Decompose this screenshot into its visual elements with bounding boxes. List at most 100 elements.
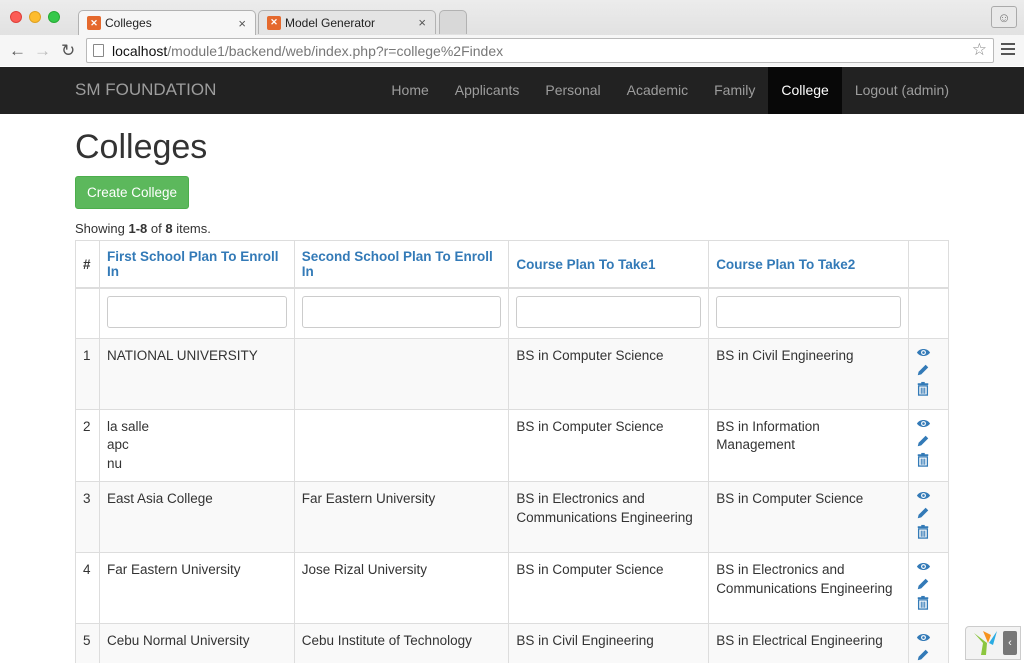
view-button[interactable]: [916, 559, 932, 577]
cell-text: Far Eastern University: [301, 491, 436, 506]
delete-button[interactable]: [916, 452, 932, 470]
cell-text: BS in Civil Engineering: [516, 633, 654, 648]
update-button[interactable]: [916, 434, 932, 452]
cell-text: Communications Engineering: [516, 509, 693, 525]
cell-text: BS in Electronics and: [516, 491, 645, 506]
cell-number: 1: [75, 337, 100, 410]
address-bar[interactable]: localhost/module1/backend/web/index.php?…: [86, 38, 994, 63]
col-header-second-school: Second School Plan To Enroll In: [293, 240, 510, 289]
yii-debug-toolbar[interactable]: ‹: [965, 626, 1021, 660]
reload-icon[interactable]: ↻: [61, 41, 75, 61]
update-button[interactable]: [916, 648, 932, 663]
cell-text: BS in Computer Science: [516, 418, 664, 434]
brand-link[interactable]: SM FOUNDATION: [75, 80, 216, 100]
profile-icon[interactable]: ☺: [991, 6, 1017, 28]
nav-links: Home Applicants Personal Academic Family…: [378, 67, 962, 114]
tab-title: Colleges: [105, 16, 152, 30]
table-body: 1 NATIONAL UNIVERSITY BS in Computer Scien…: [75, 337, 950, 663]
cell-text: East Asia College: [106, 491, 213, 506]
view-button[interactable]: [916, 416, 932, 434]
cell-actions: [907, 408, 950, 482]
sort-first-school-link[interactable]: First School Plan To Enroll In: [107, 249, 279, 279]
hamburger-menu-icon[interactable]: [1001, 43, 1015, 58]
update-button[interactable]: [916, 363, 932, 381]
nav-family[interactable]: Family: [701, 67, 768, 114]
summary-suffix: items.: [172, 221, 211, 236]
nav-college[interactable]: College: [768, 67, 842, 114]
bookmark-star-icon[interactable]: ☆: [972, 40, 987, 60]
create-college-button[interactable]: Create College: [75, 176, 190, 209]
close-tab-icon[interactable]: ×: [238, 16, 246, 31]
cell-text: Jose Rizal University: [301, 562, 428, 577]
summary-range: 1-8: [128, 221, 148, 236]
chevron-left-icon[interactable]: ‹: [1003, 631, 1017, 655]
browser-tab-model-generator[interactable]: ✕ Model Generator ×: [258, 10, 436, 34]
cell-first-school: East Asia College: [98, 481, 295, 553]
cell-second-school: Jose Rizal University: [293, 552, 510, 624]
summary-prefix: Showing: [75, 221, 129, 236]
filter-course2-input[interactable]: [716, 296, 901, 328]
minimize-window-button[interactable]: [29, 11, 41, 23]
view-button[interactable]: [916, 630, 932, 648]
pencil-icon: [916, 649, 930, 663]
col-header-first-school: First School Plan To Enroll In: [98, 240, 295, 289]
close-tab-icon[interactable]: ×: [418, 15, 426, 30]
sort-course1-link[interactable]: Course Plan To Take1: [516, 257, 655, 272]
cell-text: BS in Computer Science: [516, 347, 664, 363]
url-path: /module1/backend/web/index.php?r=college…: [167, 42, 504, 59]
cell-text: Cebu Normal University: [106, 633, 250, 648]
cell-actions: [907, 337, 950, 410]
table-row: 4 Far Eastern University Jose Rizal Univer…: [75, 552, 950, 624]
table-row: 2 la salle apc nu BS in Computer Science BS i…: [75, 408, 950, 482]
pencil-icon: [916, 435, 930, 451]
cell-actions: [907, 481, 950, 553]
tab-title: Model Generator: [285, 15, 376, 30]
table-row: 5 Cebu Normal University Cebu Institute of…: [75, 623, 950, 663]
filter-second-school-input[interactable]: [301, 296, 502, 328]
cell-first-school: NATIONAL UNIVERSITY: [98, 337, 295, 410]
browser-chrome: ✕ Colleges × ✕ Model Generator × ☺ ← → ↻…: [0, 0, 1024, 66]
delete-button[interactable]: [916, 524, 932, 542]
delete-button[interactable]: [916, 595, 932, 613]
cell-actions: [907, 552, 950, 624]
cell-text: BS in Civil Engineering: [716, 347, 854, 363]
filter-cell: [293, 287, 510, 339]
cell-course2: BS in Computer Science: [708, 481, 909, 553]
table-row: 1 NATIONAL UNIVERSITY BS in Computer Scien…: [75, 337, 950, 410]
cell-actions: [907, 623, 950, 663]
sort-course2-link[interactable]: Course Plan To Take2: [716, 257, 855, 272]
nav-applicants[interactable]: Applicants: [442, 67, 533, 114]
filter-course1-input[interactable]: [516, 296, 702, 328]
delete-button[interactable]: [916, 381, 932, 399]
filter-cell: [98, 287, 295, 339]
sort-second-school-link[interactable]: Second School Plan To Enroll In: [302, 249, 493, 279]
new-tab-button[interactable]: [439, 10, 467, 34]
close-window-button[interactable]: [10, 11, 22, 23]
back-arrow-icon[interactable]: ←: [9, 41, 26, 61]
site-navbar: SM FOUNDATION Home Applicants Personal A…: [0, 67, 1024, 114]
view-button[interactable]: [916, 345, 932, 363]
nav-logout[interactable]: Logout (admin): [842, 67, 962, 114]
maximize-window-button[interactable]: [48, 11, 60, 23]
update-button[interactable]: [916, 577, 932, 595]
xampp-favicon-icon: ✕: [87, 16, 101, 30]
cell-text: Far Eastern University: [106, 562, 241, 577]
browser-toolbar: ← → ↻ localhost/module1/backend/web/inde…: [0, 35, 1024, 66]
nav-academic[interactable]: Academic: [614, 67, 701, 114]
nav-personal[interactable]: Personal: [532, 67, 613, 114]
nav-home[interactable]: Home: [378, 67, 441, 114]
cell-second-school: [293, 408, 510, 482]
browser-tab-colleges[interactable]: ✕ Colleges ×: [78, 10, 256, 35]
eye-icon: [916, 491, 931, 506]
cell-number: 3: [75, 481, 100, 553]
cell-number: 5: [75, 623, 100, 663]
view-button[interactable]: [916, 488, 932, 506]
forward-arrow-icon[interactable]: →: [34, 41, 51, 61]
filter-first-school-input[interactable]: [106, 296, 287, 328]
pencil-icon: [916, 364, 930, 380]
summary-mid: of: [147, 221, 166, 236]
cell-course1: BS in Computer Science: [508, 337, 710, 410]
cell-number: 4: [75, 552, 100, 624]
update-button[interactable]: [916, 506, 932, 524]
cell-course1: BS in Civil Engineering: [508, 623, 710, 663]
